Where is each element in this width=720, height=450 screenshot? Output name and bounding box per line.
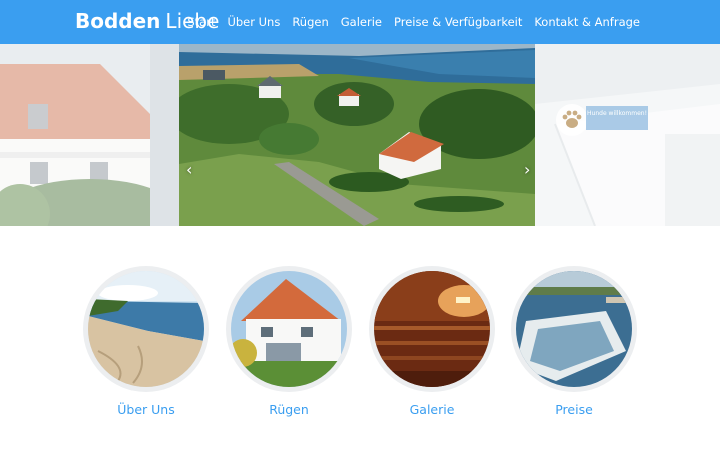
card-image-frame (83, 266, 209, 392)
card-label-ueber-uns: Über Uns (117, 402, 175, 417)
beach-photo (88, 271, 204, 387)
nav-item-ruegen[interactable]: Rügen (292, 14, 328, 30)
card-label-galerie: Galerie (409, 402, 455, 417)
nav-item-preise[interactable]: Preise & Verfügbarkeit (394, 14, 522, 30)
nav-item-ueber-uns[interactable]: Über Uns (227, 14, 280, 30)
card-label-preise: Preise (555, 402, 593, 417)
nav-item-galerie[interactable]: Galerie (341, 14, 382, 30)
card-ruegen[interactable]: Rügen (226, 266, 352, 426)
badge-text: Hunde willkommen! (586, 106, 648, 130)
slide-left-overlay (0, 44, 179, 226)
boat-photo (516, 271, 632, 387)
card-label-ruegen: Rügen (269, 402, 309, 417)
card-image-frame (226, 266, 352, 392)
feature-cards: Über Uns Rügen Galerie Preise (0, 266, 720, 426)
house-photo (231, 271, 347, 387)
logo-bold-text: Bodden (75, 9, 161, 33)
nav-item-start[interactable]: Start (187, 14, 215, 30)
sauna-photo (374, 271, 490, 387)
card-ueber-uns[interactable]: Über Uns (83, 266, 209, 426)
chevron-left-icon[interactable]: ‹ (186, 162, 192, 178)
dogs-welcome-badge: Hunde willkommen! (556, 104, 648, 136)
card-image-frame (511, 266, 637, 392)
main-nav: Start Über Uns Rügen Galerie Preise & Ve… (187, 14, 640, 30)
card-preise[interactable]: Preise (511, 266, 637, 426)
paw-icon (556, 104, 588, 136)
image-slider: Hunde willkommen! ‹ › (0, 44, 720, 226)
site-header: Bodden Liebe Start Über Uns Rügen Galerie… (0, 0, 720, 44)
slide-aerial-view (179, 44, 535, 226)
chevron-right-icon[interactable]: › (524, 162, 530, 178)
card-image-frame (369, 266, 495, 392)
card-galerie[interactable]: Galerie (369, 266, 495, 426)
nav-item-kontakt[interactable]: Kontakt & Anfrage (534, 14, 640, 30)
